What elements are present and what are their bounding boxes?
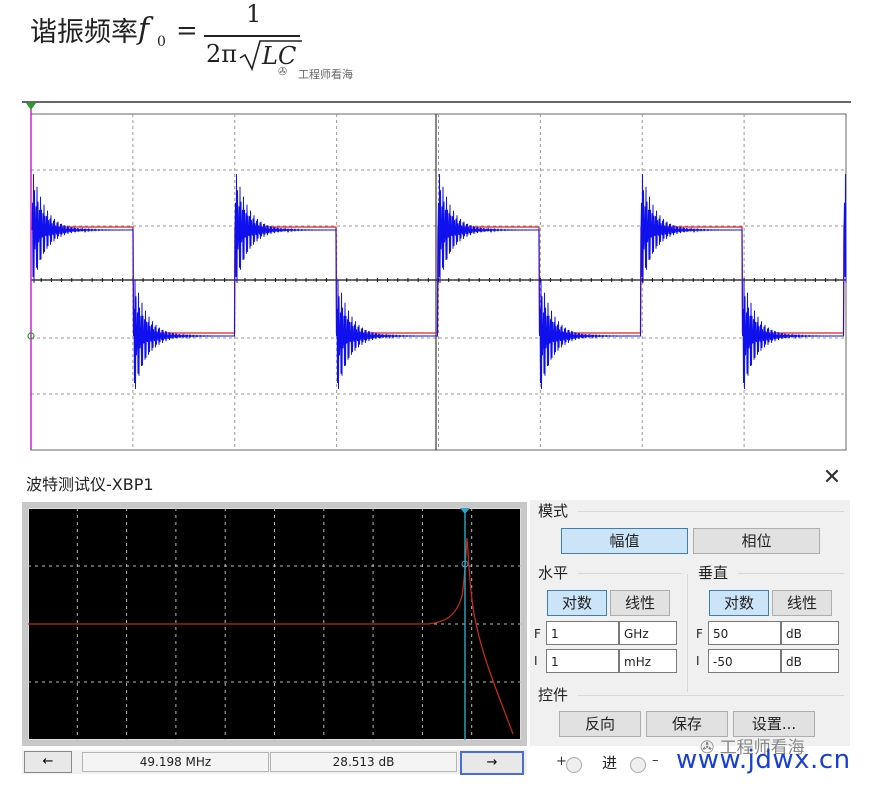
resonance-formula: 谐振频率 f 0 = 1 2π LC ✇ 工程师看海 (0, 0, 871, 95)
fraction-bar (204, 35, 300, 37)
horizontal-linear-button[interactable]: 线性 (610, 590, 670, 616)
close-button[interactable]: ✕ (818, 464, 846, 492)
formula-f-subscript: 0 (157, 34, 166, 50)
scope-cursor-marker (26, 103, 36, 110)
formula-two-pi: 2π (206, 40, 238, 68)
reverse-button[interactable]: 反向 (559, 711, 641, 737)
connection-terminals: + 进 – (530, 748, 670, 780)
frequency-readout: 49.198 MHz (82, 752, 269, 772)
cursor-left-button[interactable]: ← (24, 751, 72, 773)
horizontal-initial-unit[interactable]: mHz (619, 649, 677, 673)
formula-numerator: 1 (246, 0, 262, 28)
bode-graph (28, 508, 521, 740)
horizontal-i-label: I (534, 654, 538, 668)
window-title: 波特测试仪-XBP1 (26, 475, 154, 494)
vertical-initial-unit[interactable]: dB (781, 649, 839, 673)
mode-group-label: 模式 (538, 502, 569, 520)
formula-label: 谐振频率 (30, 17, 138, 48)
formula-watermark-icon: ✇ (278, 65, 288, 78)
vertical-final-value[interactable]: 50 (708, 621, 781, 645)
cursor-right-button[interactable]: → (460, 751, 524, 775)
bode-trace (28, 537, 514, 735)
horizontal-initial-value[interactable]: 1 (546, 649, 619, 673)
vertical-initial-value[interactable]: -50 (708, 649, 781, 673)
minus-terminal-label: – (652, 753, 659, 768)
magnitude-button[interactable]: 幅值 (561, 528, 688, 554)
formula-watermark: 工程师看海 (298, 68, 353, 81)
horizontal-group-label: 水平 (538, 564, 569, 582)
oscilloscope-graph (22, 101, 851, 451)
vertical-log-button[interactable]: 对数 (709, 590, 769, 616)
gain-readout: 28.513 dB (270, 752, 457, 772)
phase-button[interactable]: 相位 (693, 528, 820, 554)
mode-group-line (578, 511, 844, 512)
horizontal-f-label: F (534, 627, 541, 641)
controls-group-label: 控件 (538, 686, 569, 704)
vertical-group-line (738, 573, 844, 574)
vertical-group-label: 垂直 (698, 564, 729, 582)
bode-status-bar: ← 49.198 MHz 28.513 dB → (22, 750, 527, 775)
formula-equals: = (176, 16, 198, 46)
vertical-linear-button[interactable]: 线性 (772, 590, 832, 616)
vertical-final-unit[interactable]: dB (781, 621, 839, 645)
vertical-i-label: I (696, 654, 700, 668)
minus-terminal-radio[interactable] (630, 757, 646, 773)
in-terminal-label: 进 (602, 754, 618, 772)
bode-plot-frame (22, 502, 527, 746)
group-divider (687, 574, 688, 692)
horizontal-final-value[interactable]: 1 (546, 621, 619, 645)
bode-plot (28, 508, 521, 740)
controls-group-line (578, 695, 844, 696)
horizontal-log-button[interactable]: 对数 (547, 590, 607, 616)
horizontal-group-line (578, 573, 682, 574)
bode-cursor-marker (460, 508, 470, 514)
formula-f-symbol: f (138, 12, 150, 47)
plus-terminal-radio[interactable] (566, 757, 582, 773)
vertical-f-label: F (696, 627, 703, 641)
controls-panel: 模式 幅值 相位 水平 对数 线性 F 1 GHz I 1 mHz 垂直 对数 … (530, 500, 850, 746)
horizontal-final-unit[interactable]: GHz (619, 621, 677, 645)
site-watermark: www.jdwx.cn (676, 745, 851, 775)
oscilloscope-display (22, 100, 851, 456)
